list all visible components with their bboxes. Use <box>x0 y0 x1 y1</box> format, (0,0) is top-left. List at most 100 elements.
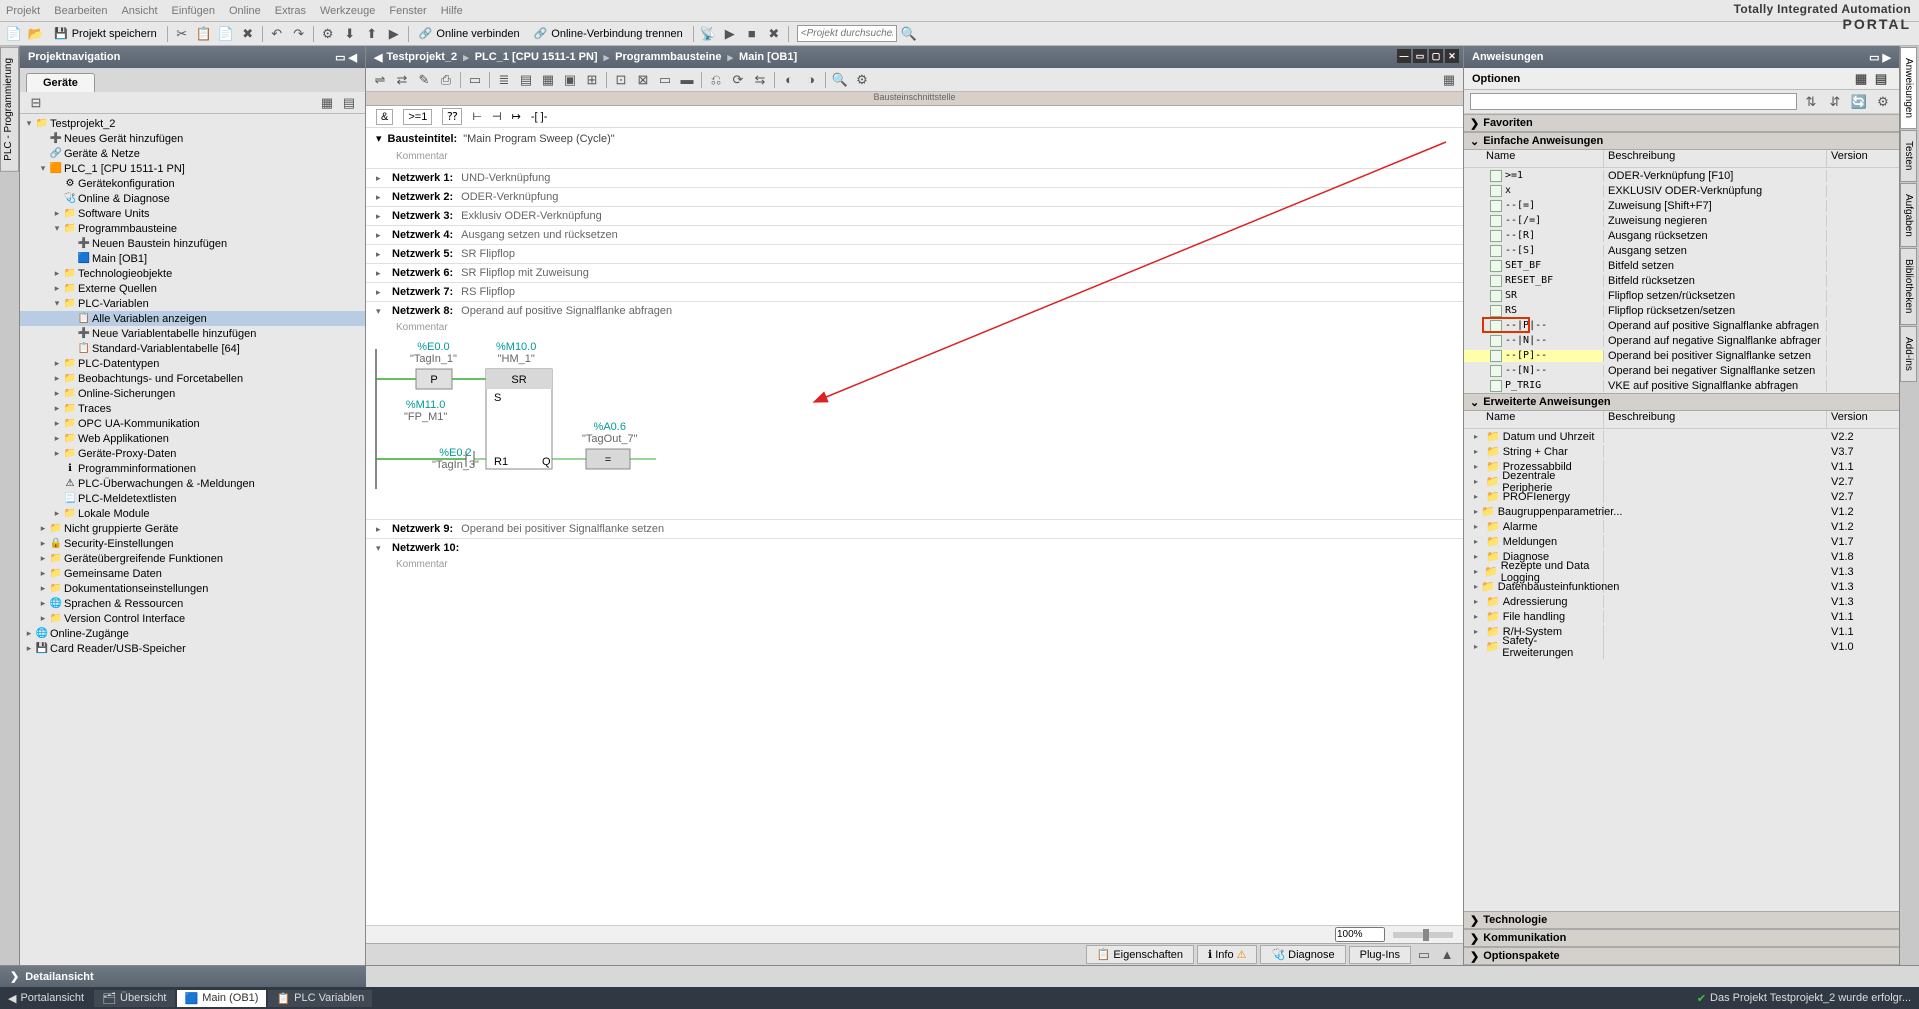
folder-row[interactable]: ▸📁 Baugruppenparametrier...V1.2 <box>1464 504 1899 519</box>
pin-icon[interactable]: ◀ <box>349 51 357 64</box>
accessible-devs-icon[interactable]: 📡 <box>698 25 718 43</box>
tree-node[interactable]: ▸🔒Security-Einstellungen <box>20 536 365 551</box>
folder-row[interactable]: ▸📁 PROFIenergyV2.7 <box>1464 489 1899 504</box>
network-header[interactable]: ▸ Netzwerk 2:ODER-Verknüpfung <box>366 188 1463 206</box>
tree-node[interactable]: ▸📁Technologieobjekte <box>20 266 365 281</box>
instruction-row[interactable]: --|P|--Operand auf positive Signalflanke… <box>1464 318 1899 333</box>
tree-node[interactable]: ▸📁Lokale Module <box>20 506 365 521</box>
instruction-row[interactable]: --[P]--Operand bei positiver Signalflank… <box>1464 348 1899 363</box>
zoom-select[interactable] <box>1335 927 1385 942</box>
vtab-addins[interactable]: Add-ins <box>1900 326 1917 382</box>
et-icon[interactable]: ✎ <box>414 71 434 89</box>
instruction-row[interactable]: xEXKLUSIV ODER-Verknüpfung <box>1464 183 1899 198</box>
property-tab[interactable]: ℹInfo⚠ <box>1197 945 1257 964</box>
folder-row[interactable]: ▸📁 MeldungenV1.7 <box>1464 534 1899 549</box>
tree-node[interactable]: ➕Neuen Baustein hinzufügen <box>20 236 365 251</box>
folder-row[interactable]: ▸📁 File handlingV1.1 <box>1464 609 1899 624</box>
project-tree[interactable]: ▾📁Testprojekt_2➕Neues Gerät hinzufügen🔗G… <box>20 114 365 965</box>
folder-row[interactable]: ▸📁 String + CharV3.7 <box>1464 444 1899 459</box>
instruction-row[interactable]: RESET_BFBitfeld rücksetzen <box>1464 273 1899 288</box>
tree-node[interactable]: 🟦Main [OB1] <box>20 251 365 266</box>
delete-icon[interactable]: ✖ <box>238 25 258 43</box>
qb-and[interactable]: & <box>376 109 393 125</box>
network-comment[interactable]: Kommentar <box>366 557 1463 576</box>
tree-node[interactable]: 📋Standard-Variablentabelle [64] <box>20 341 365 356</box>
go-online-button[interactable]: 🔗 Online verbinden <box>413 26 526 41</box>
menu-fenster[interactable]: Fenster <box>389 5 426 17</box>
tree-node[interactable]: ▸📁PLC-Datentypen <box>20 356 365 371</box>
et-icon[interactable]: ⎙ <box>436 71 456 89</box>
redo-icon[interactable]: ↷ <box>289 25 309 43</box>
tree-node[interactable]: ▸📁Externe Quellen <box>20 281 365 296</box>
block-comment[interactable]: Kommentar <box>366 149 1463 168</box>
qb-close[interactable]: ↦ <box>512 110 521 123</box>
menu-projekt[interactable]: Projekt <box>6 5 40 17</box>
tree-node[interactable]: ▸💾Card Reader/USB-Speicher <box>20 641 365 656</box>
et-icon[interactable]: ▦ <box>538 71 558 89</box>
status-tab[interactable]: 🗂Übersicht <box>94 990 174 1007</box>
search-icon[interactable]: 🔍 <box>899 25 919 43</box>
vtab-biblio[interactable]: Bibliotheken <box>1900 248 1917 324</box>
folder-row[interactable]: ▸📁 Rezepte und Data LoggingV1.3 <box>1464 564 1899 579</box>
network-header[interactable]: ▾ Netzwerk 10: <box>366 539 1463 557</box>
tree-node[interactable]: ▸🌐Online-Zugänge <box>20 626 365 641</box>
property-tab[interactable]: 📋Eigenschaften <box>1086 945 1194 964</box>
et-icon[interactable]: ▭ <box>465 71 485 89</box>
section-ext[interactable]: ⌄Erweiterte Anweisungen <box>1464 393 1899 411</box>
up-icon[interactable]: ▲ <box>1437 946 1457 964</box>
upload-icon[interactable]: ⬆ <box>362 25 382 43</box>
network-header[interactable]: ▸ Netzwerk 4:Ausgang setzen und rücksetz… <box>366 226 1463 244</box>
menu-hilfe[interactable]: Hilfe <box>441 5 463 17</box>
vtab-anweisungen[interactable]: Anweisungen <box>1900 47 1917 129</box>
chevron-down-icon[interactable]: ▾ <box>376 132 382 145</box>
menu-einfuegen[interactable]: Einfügen <box>172 5 215 17</box>
tree-node[interactable]: ▸📁Geräteübergreifende Funktionen <box>20 551 365 566</box>
detail-header[interactable]: ❯Detailansicht <box>0 966 366 987</box>
maximize-icon[interactable]: ▢ <box>1429 49 1443 63</box>
menu-werkzeuge[interactable]: Werkzeuge <box>320 5 375 17</box>
instruction-row[interactable]: --[S]Ausgang setzen <box>1464 243 1899 258</box>
instruction-row[interactable]: --[R]Ausgang rücksetzen <box>1464 228 1899 243</box>
zoom-slider[interactable] <box>1393 932 1453 938</box>
cross-ref-icon[interactable]: ✖ <box>764 25 784 43</box>
network-header[interactable]: ▾ Netzwerk 8:Operand auf positive Signal… <box>366 302 1463 320</box>
tree-node[interactable]: 🔗Geräte & Netze <box>20 146 365 161</box>
tree-node[interactable]: ➕Neues Gerät hinzufügen <box>20 131 365 146</box>
instruction-row[interactable]: P_TRIGVKE auf positive Signalflanke abfr… <box>1464 378 1899 393</box>
close-icon[interactable]: ✕ <box>1445 49 1459 63</box>
tree-node[interactable]: ▾📁Programmbausteine <box>20 221 365 236</box>
stop-cpu-icon[interactable]: ■ <box>742 25 762 43</box>
property-tab[interactable]: 🩺Diagnose <box>1260 945 1345 964</box>
folder-row[interactable]: ▸📁 AdressierungV1.3 <box>1464 594 1899 609</box>
qb-box[interactable]: ⁇ <box>442 108 462 125</box>
opt-icon[interactable]: ▤ <box>1871 70 1891 88</box>
filter-icon[interactable]: ⚙ <box>1873 93 1893 111</box>
folder-row[interactable]: ▸📁 Dezentrale PeripherieV2.7 <box>1464 474 1899 489</box>
tree-node[interactable]: 📃PLC-Meldetextlisten <box>20 491 365 506</box>
instruction-row[interactable]: SET_BFBitfeld setzen <box>1464 258 1899 273</box>
qb-open[interactable]: ⊣ <box>492 110 502 123</box>
tree-node[interactable]: ⚠PLC-Überwachungen & -Meldungen <box>20 476 365 491</box>
property-tab[interactable]: Plug-Ins <box>1349 946 1411 964</box>
tree-node[interactable]: ▾📁PLC-Variablen <box>20 296 365 311</box>
folder-row[interactable]: ▸📁 DatenbausteinfunktionenV1.3 <box>1464 579 1899 594</box>
tree-node[interactable]: ▸📁Version Control Interface <box>20 611 365 626</box>
et-icon[interactable]: ⟳ <box>728 71 748 89</box>
new-project-icon[interactable]: 📄 <box>4 25 24 43</box>
instruction-row[interactable]: --[=]Zuweisung [Shift+F7] <box>1464 198 1899 213</box>
status-tab[interactable]: 📋PLC Variablen <box>268 990 372 1007</box>
section-favorites[interactable]: ❯Favoriten <box>1464 114 1899 132</box>
download-icon[interactable]: ⬇ <box>340 25 360 43</box>
basic-instr-list[interactable]: >=1ODER-Verknüpfung [F10]xEXKLUSIV ODER-… <box>1464 168 1899 393</box>
collapse-all-icon[interactable]: ⊟ <box>26 94 46 112</box>
section-comm[interactable]: ❯Kommunikation <box>1464 929 1899 947</box>
et-icon[interactable]: ⇌ <box>370 71 390 89</box>
tree-node[interactable]: ℹProgramminformationen <box>20 461 365 476</box>
network-header[interactable]: ▸ Netzwerk 5:SR Flipflop <box>366 245 1463 263</box>
save-project-button[interactable]: 💾 Projekt speichern <box>48 26 163 41</box>
start-cpu-icon[interactable]: ▶ <box>720 25 740 43</box>
tree-node[interactable]: ▸📁Nicht gruppierte Geräte <box>20 521 365 536</box>
compile-icon[interactable]: ⚙ <box>318 25 338 43</box>
et-icon[interactable]: ⎌ <box>706 71 726 89</box>
cut-icon[interactable]: ✂ <box>172 25 192 43</box>
